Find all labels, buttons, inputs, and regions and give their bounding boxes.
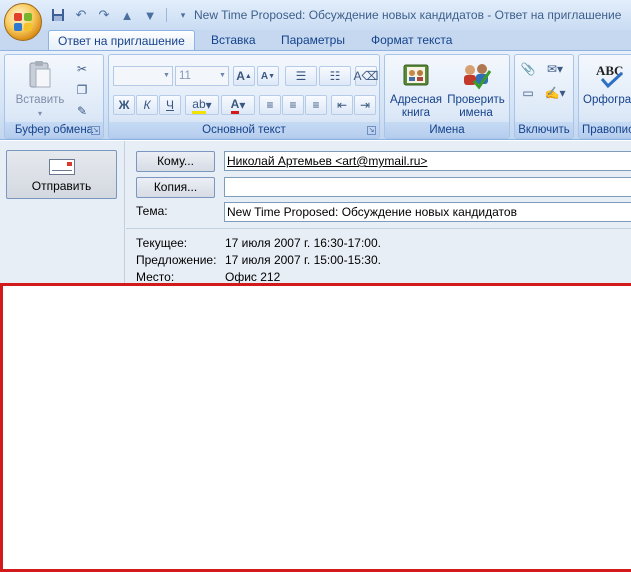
arrow-up-icon[interactable]: ▲	[117, 6, 137, 24]
tab-insert[interactable]: Вставка	[202, 30, 265, 50]
align-left-icon[interactable]: ≡	[259, 95, 281, 115]
paste-label: Вставить	[15, 94, 65, 106]
copy-icon[interactable]: ❐	[73, 82, 91, 98]
check-names-icon	[460, 59, 492, 91]
to-button[interactable]: Кому...	[136, 151, 215, 172]
bullets-icon[interactable]: ☰	[285, 66, 317, 86]
underline-button[interactable]: Ч	[159, 95, 181, 115]
redo-icon[interactable]: ↷	[94, 6, 114, 24]
undo-icon[interactable]: ↶	[71, 6, 91, 24]
qat-separator	[166, 8, 167, 22]
signature-icon[interactable]: ✍▾	[541, 85, 569, 101]
header-divider	[126, 228, 631, 229]
send-button[interactable]: Отправить	[6, 150, 117, 199]
italic-button[interactable]: К	[136, 95, 158, 115]
title-bar: ↶ ↷ ▲ ▼ ▾ New Time Proposed: Обсуждение …	[0, 0, 631, 30]
cc-button[interactable]: Копия...	[136, 177, 215, 198]
address-book-label: Адресная книга	[390, 94, 442, 119]
tab-options[interactable]: Параметры	[272, 30, 354, 50]
group-include: 📎 ✉▾ ▭ ✍▾ Включить	[514, 54, 574, 139]
align-center-icon[interactable]: ≡	[282, 95, 304, 115]
spelling-button[interactable]: ABC Орфогра	[581, 59, 631, 107]
address-book-icon	[400, 59, 432, 91]
clipboard-icon	[24, 59, 56, 91]
shrink-font-icon[interactable]: A ▼	[257, 66, 279, 86]
location-label: Место:	[136, 270, 175, 284]
highlight-icon[interactable]: ab ▾	[185, 95, 219, 115]
group-label-clipboard: Буфер обмена	[5, 122, 103, 138]
proposed-time-label: Предложение:	[136, 253, 217, 267]
font-color-icon[interactable]: A ▾	[221, 95, 255, 115]
clipboard-launcher-icon[interactable]: ↘	[91, 126, 100, 135]
message-body[interactable]	[0, 283, 631, 572]
customize-icon[interactable]: ▾	[173, 6, 193, 24]
grow-font-icon[interactable]: A ▲	[233, 66, 255, 86]
tab-reply-invitation[interactable]: Ответ на приглашение	[48, 30, 195, 50]
ribbon: Вставить ▾ ✂ ❐ ✎ Буфер обмена ↘ ▼ 11 ▼ A ▲…	[0, 50, 631, 140]
font-name-combo[interactable]: ▼	[113, 66, 173, 86]
attach-file-icon[interactable]: 📎	[519, 61, 537, 77]
group-label-include: Включить	[515, 122, 573, 138]
arrow-down-icon[interactable]: ▼	[140, 6, 160, 24]
group-names: Адресная книга Проверить имена Имена	[384, 54, 510, 139]
increase-indent-icon[interactable]: ⇥	[354, 95, 376, 115]
cut-icon[interactable]: ✂	[73, 61, 91, 77]
quick-access-toolbar: ↶ ↷ ▲ ▼ ▾	[48, 6, 193, 24]
window-title: New Time Proposed: Обсуждение новых канд…	[194, 8, 622, 22]
spelling-icon: ABC	[594, 59, 626, 91]
spelling-label: Орфогра	[583, 94, 631, 106]
group-proofing: ABC Орфогра Правопис	[578, 54, 631, 139]
bold-button[interactable]: Ж	[113, 95, 135, 115]
group-label-proofing: Правопис	[579, 122, 631, 138]
group-clipboard: Вставить ▾ ✂ ❐ ✎ Буфер обмена ↘	[4, 54, 104, 139]
save-icon[interactable]	[48, 6, 68, 24]
office-button[interactable]	[4, 3, 42, 41]
subject-field[interactable]: New Time Proposed: Обсуждение новых канд…	[224, 202, 631, 222]
decrease-indent-icon[interactable]: ⇤	[331, 95, 353, 115]
proposed-time-value: 17 июля 2007 г. 15:00-15:30.	[225, 253, 381, 267]
chevron-down-icon: ▼	[163, 72, 170, 79]
group-label-basic-text: Основной текст	[109, 122, 379, 138]
cc-field[interactable]	[224, 177, 631, 197]
check-names-button[interactable]: Проверить имена	[445, 59, 507, 120]
address-book-button[interactable]: Адресная книга	[387, 59, 445, 120]
ribbon-tabs: Ответ на приглашение Вставка Параметры Ф…	[0, 30, 631, 50]
numbering-icon[interactable]: ☷	[319, 66, 351, 86]
send-label: Отправить	[31, 179, 92, 193]
business-card-icon[interactable]: ▭	[519, 85, 537, 101]
font-size-combo[interactable]: 11 ▼	[175, 66, 229, 86]
to-field[interactable]: Николай Артемьев <art@mymail.ru>	[224, 151, 631, 171]
chevron-down-icon: ▼	[219, 72, 226, 79]
basic-text-launcher-icon[interactable]: ↘	[367, 126, 376, 135]
tab-format-text[interactable]: Формат текста	[362, 30, 461, 50]
subject-label: Тема:	[136, 204, 168, 218]
office-logo-icon	[14, 13, 33, 32]
clear-formatting-icon[interactable]: A⌫	[354, 66, 379, 86]
envelope-icon	[48, 159, 75, 175]
paste-button[interactable]: Вставить ▾	[11, 59, 69, 120]
current-time-value: 17 июля 2007 г. 16:30-17:00.	[225, 236, 381, 250]
message-header-form: Отправить Кому... Николай Артемьев <art@…	[0, 141, 631, 286]
group-basic-text: ▼ 11 ▼ A ▲ A ▼ ☰ ☷ A⌫ Ж К Ч ab ▾ A ▾ ≡ ≡ ≡ ⇤ …	[108, 54, 380, 139]
group-label-names: Имена	[385, 122, 509, 138]
format-painter-icon[interactable]: ✎	[73, 103, 91, 119]
location-value: Офис 212	[225, 270, 281, 284]
align-right-icon[interactable]: ≡	[305, 95, 327, 115]
current-time-label: Текущее:	[136, 236, 188, 250]
check-names-label: Проверить имена	[447, 94, 505, 119]
attach-item-icon[interactable]: ✉▾	[541, 61, 569, 77]
